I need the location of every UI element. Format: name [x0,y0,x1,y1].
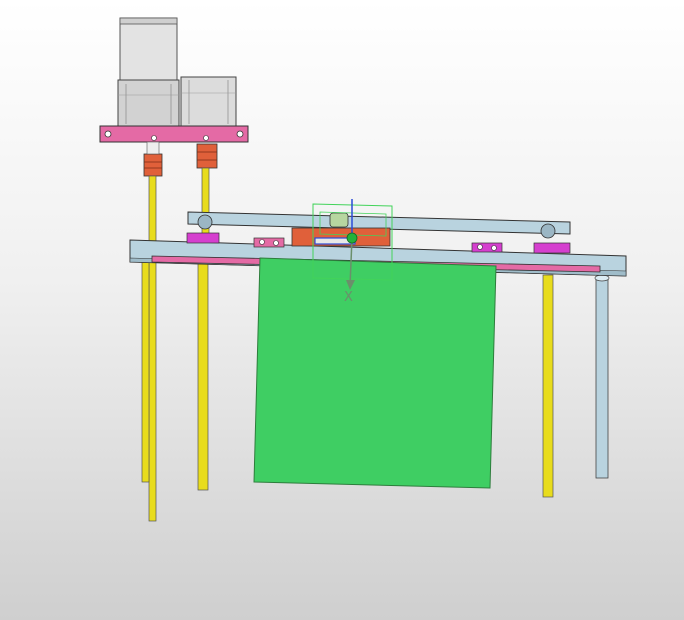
green-panel[interactable] [253,257,497,489]
motor-mount-plate[interactable] [99,125,249,143]
right-motor[interactable] [180,76,237,128]
support-post-right[interactable] [594,274,610,479]
left-motor[interactable] [117,17,180,127]
guide-rod-right[interactable] [542,274,554,498]
machine-assembly [99,17,627,522]
left-coupling [143,141,163,177]
cad-viewport[interactable]: X [0,0,684,620]
x-axis-label: X [344,290,353,305]
right-coupling [196,143,218,169]
lead-screw-left[interactable] [148,175,157,522]
guide-rod-left [141,261,150,483]
